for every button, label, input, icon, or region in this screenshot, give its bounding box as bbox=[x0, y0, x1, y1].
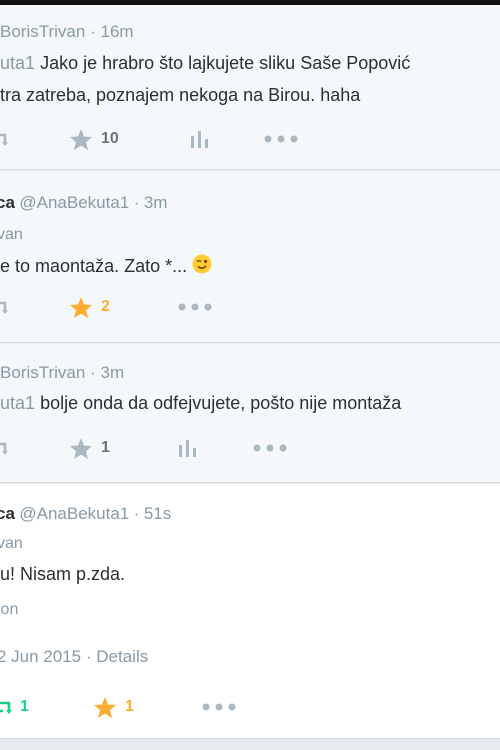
tweet-2-handle[interactable]: @AnaBekuta1 bbox=[19, 193, 129, 212]
tweet-3-header: BorisTrivan · 3m bbox=[0, 363, 125, 382]
tweet-4-date: 2 Jun 2015 bbox=[0, 647, 82, 666]
more-dots-icon bbox=[202, 703, 236, 711]
tweet-2-favorite-button[interactable]: 2 bbox=[69, 294, 110, 320]
bar-chart-icon bbox=[190, 129, 210, 149]
tweet-3-favorite-count: 1 bbox=[101, 439, 110, 456]
tweet-4-favorite-count: 1 bbox=[125, 698, 134, 715]
tweet-2-favorite-count: 2 bbox=[101, 298, 110, 315]
star-icon bbox=[93, 696, 117, 719]
tweet-1-mention[interactable]: uta1 bbox=[0, 53, 35, 73]
retweet-icon bbox=[0, 439, 8, 457]
tweet-4-retweet-count: 1 bbox=[20, 698, 29, 715]
tweet-3-analytics-button[interactable] bbox=[178, 435, 198, 461]
tweet-1-header: BorisTrivan · 16m bbox=[0, 22, 134, 41]
tweet-2[interactable]: ca @AnaBekuta1 · 3m van e to maontaža. Z… bbox=[0, 171, 500, 343]
tweet-4-more-button[interactable] bbox=[202, 694, 236, 720]
tweet-3-favorite-button[interactable]: 1 bbox=[69, 435, 110, 461]
tweet-2-display-name[interactable]: ca bbox=[0, 193, 15, 212]
bar-chart-icon bbox=[178, 438, 198, 458]
tweet-1-more-button[interactable] bbox=[264, 126, 298, 152]
tweet-3-time[interactable]: 3m bbox=[100, 363, 124, 382]
tweet-3[interactable]: BorisTrivan · 3m uta1 bolje onda da odfe… bbox=[0, 344, 500, 483]
tweet-4-favorite-button[interactable]: 1 bbox=[93, 694, 134, 720]
tweet-1-actions: 10 bbox=[0, 126, 500, 152]
tweet-2-header: ca @AnaBekuta1 · 3m bbox=[0, 193, 167, 213]
tweet-4-time[interactable]: 51s bbox=[144, 504, 171, 523]
tweet-3-mention[interactable]: uta1 bbox=[0, 393, 35, 413]
tweet-4-retweet-button[interactable]: 1 bbox=[0, 694, 29, 720]
tweet-1-retweet-button[interactable] bbox=[0, 126, 8, 152]
tweet-2-reply-to[interactable]: van bbox=[0, 226, 23, 244]
tweet-2-retweet-button[interactable] bbox=[0, 294, 8, 320]
tweet-2-text: e to maontaža. Zato *... bbox=[0, 254, 212, 279]
tweet-3-actions: 1 bbox=[0, 435, 500, 461]
tweet-4-reply-to[interactable]: van bbox=[0, 535, 23, 553]
star-icon bbox=[69, 437, 93, 460]
retweet-icon bbox=[0, 298, 8, 316]
tweet-1-favorite-count: 10 bbox=[101, 130, 119, 147]
tweet-1-favorite-button[interactable]: 10 bbox=[69, 126, 119, 152]
tweet-1-handle[interactable]: BorisTrivan bbox=[0, 22, 85, 41]
tweet-1-text-line2: tra zatreba, poznajem nekoga na Birou. h… bbox=[0, 85, 361, 105]
more-dots-icon bbox=[253, 444, 287, 452]
tweet-3-text: uta1 bolje onda da odfejvujete, pošto ni… bbox=[0, 393, 402, 413]
tweet-4-text: u! Nisam p.zda. bbox=[0, 564, 126, 584]
star-icon bbox=[69, 128, 93, 151]
retweet-icon bbox=[0, 130, 8, 148]
tweet-1[interactable]: BorisTrivan · 16m uta1 Jako je hrabro št… bbox=[0, 5, 500, 170]
tweet-3-handle[interactable]: BorisTrivan bbox=[0, 363, 85, 382]
tweet-2-time[interactable]: 3m bbox=[144, 193, 168, 212]
tweet-3-more-button[interactable] bbox=[253, 435, 287, 461]
tweet-4-expanded[interactable]: ca @AnaBekuta1 · 51s van u! Nisam p.zda.… bbox=[0, 484, 500, 739]
tweet-2-more-button[interactable] bbox=[178, 294, 212, 320]
tweet-1-time[interactable]: 16m bbox=[100, 22, 133, 41]
tweet-4-handle[interactable]: @AnaBekuta1 bbox=[19, 504, 129, 523]
tweet-4-actions: 1 1 bbox=[0, 694, 500, 720]
more-dots-icon bbox=[178, 303, 212, 311]
more-dots-icon bbox=[264, 135, 298, 143]
tweet-2-actions: 2 bbox=[0, 294, 500, 320]
tweet-4-details-link[interactable]: Details bbox=[96, 647, 148, 666]
tweet-1-analytics-button[interactable] bbox=[190, 126, 210, 152]
tweet-1-text: uta1 Jako je hrabro što lajkujete sliku … bbox=[0, 53, 411, 73]
tweet-3-retweet-button[interactable] bbox=[0, 435, 8, 461]
tweet-4-date-line: 2 Jun 2015 · Details bbox=[0, 647, 148, 667]
tweet-4-header: ca @AnaBekuta1 · 51s bbox=[0, 504, 171, 524]
tweet-4-source[interactable]: ion bbox=[0, 601, 18, 619]
star-icon bbox=[69, 296, 93, 319]
winking-face-emoji bbox=[192, 254, 212, 279]
retweet-icon bbox=[0, 698, 12, 716]
tweet-4-display-name[interactable]: ca bbox=[0, 504, 15, 523]
